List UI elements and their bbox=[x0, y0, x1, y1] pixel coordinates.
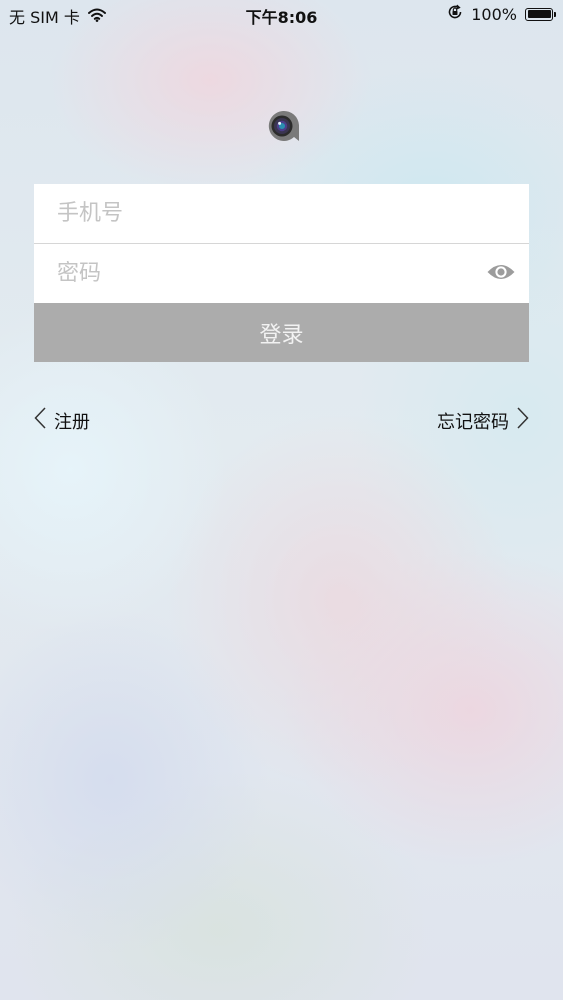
camera-lens-logo bbox=[268, 110, 299, 141]
register-link[interactable]: 注册 bbox=[34, 407, 90, 434]
orientation-lock-icon bbox=[447, 4, 463, 24]
phone-input[interactable] bbox=[55, 200, 459, 227]
app-logo bbox=[264, 109, 300, 147]
status-bar: 无 SIM 卡 下午8:06 100% bbox=[0, 0, 563, 30]
phone-field-row bbox=[34, 184, 529, 244]
password-input[interactable] bbox=[55, 260, 459, 287]
login-form: 登录 bbox=[34, 184, 529, 362]
status-right: 100% bbox=[447, 4, 556, 24]
battery-fill bbox=[527, 10, 551, 18]
password-field-row bbox=[34, 244, 529, 303]
chevron-right-icon bbox=[517, 407, 529, 434]
battery-icon bbox=[525, 7, 556, 21]
register-label: 注册 bbox=[54, 411, 90, 433]
login-button[interactable]: 登录 bbox=[34, 303, 529, 362]
chevron-left-icon bbox=[34, 407, 46, 434]
forgot-password-link[interactable]: 忘记密码 bbox=[437, 407, 529, 434]
forgot-password-label: 忘记密码 bbox=[437, 411, 509, 433]
eye-icon[interactable] bbox=[486, 262, 516, 286]
battery-percent: 100% bbox=[471, 4, 517, 24]
